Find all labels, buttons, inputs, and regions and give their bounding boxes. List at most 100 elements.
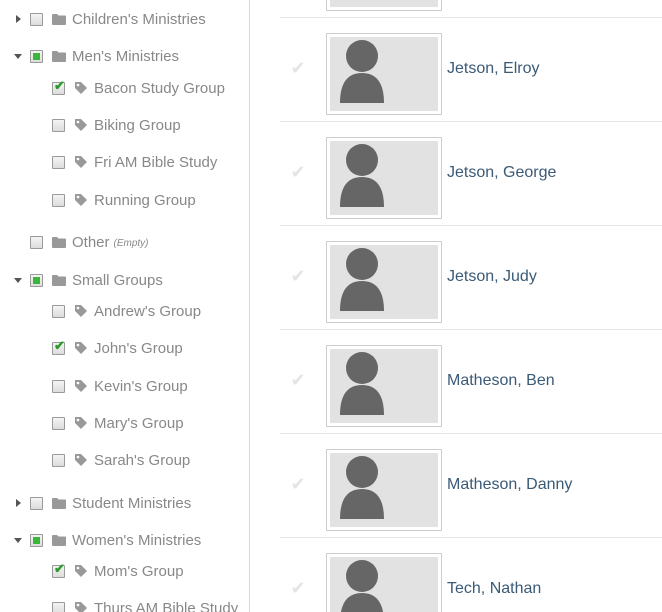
tree-node[interactable]: Mary's Group [52,412,184,434]
person-photo[interactable] [326,0,442,11]
person-photo[interactable] [326,449,442,531]
person-photo[interactable] [326,345,442,427]
folder-icon [52,533,66,547]
tree-checkbox[interactable] [30,496,43,510]
tree-checkbox[interactable] [52,601,65,612]
tree-node-label: Children's Ministries [72,10,206,28]
tree-checkbox[interactable] [52,193,65,207]
tree-node[interactable]: Children's Ministries [13,8,206,30]
folder-icon [52,496,66,510]
person-row[interactable]: ✔ Tech, Nathan [280,537,662,612]
tree-node-label: Running Group [94,191,196,209]
tree-checkbox[interactable] [52,453,65,467]
tree-checkbox[interactable] [52,379,65,393]
tree-checkbox[interactable] [30,49,43,63]
tag-icon [74,81,88,95]
tree-node[interactable]: Small Groups [13,269,163,291]
row-select-checkbox[interactable]: ✔ [290,475,306,493]
person-row[interactable]: ✔ Matheson, Ben [280,329,662,434]
tree-node-label: Mary's Group [94,414,184,432]
tree-node-label: Kevin's Group [94,377,188,395]
tree-node[interactable]: ✔ John's Group [52,337,183,359]
tag-icon [74,601,88,612]
avatar-placeholder-icon [330,0,438,7]
person-name-link[interactable]: Jetson, Judy [447,268,537,286]
tree-checkbox[interactable] [52,155,65,169]
row-select-checkbox[interactable]: ✔ [290,371,306,389]
tree-checkbox[interactable]: ✔ [52,339,65,355]
tag-icon [74,341,88,355]
tree-node[interactable]: Sarah's Group [52,449,190,471]
tree-node[interactable]: Kevin's Group [52,375,188,397]
tag-icon [74,564,88,578]
tree-checkbox[interactable]: ✔ [52,562,65,578]
person-row[interactable]: ✔ Jetson, Judy [280,225,662,330]
tree-node-label: Student Ministries [72,494,192,512]
tree-node-label: Fri AM Bible Study [94,153,218,171]
tag-icon [74,379,88,393]
row-select-checkbox[interactable]: ✔ [290,267,306,285]
person-name-link[interactable]: Jetson, Elroy [447,60,539,78]
tree-node[interactable]: Running Group [52,189,196,211]
tree-node[interactable]: Women's Ministries [13,529,201,551]
person-photo[interactable] [326,553,442,612]
tree-checkbox[interactable] [52,118,65,132]
tag-icon [74,453,88,467]
tree-node[interactable]: Biking Group [52,114,181,136]
avatar-placeholder-icon [330,349,438,423]
tag-icon [74,193,88,207]
person-name-link[interactable]: Matheson, Danny [447,476,572,494]
person-row[interactable]: ✔ Matheson, Danny [280,433,662,538]
tree-node-label: Small Groups [72,271,163,289]
person-name-link[interactable]: Matheson, Ben [447,372,555,390]
tree-node[interactable]: Student Ministries [13,492,191,514]
folder-icon [52,273,66,287]
tree-node-label: Sarah's Group [94,451,191,469]
tree-node-label: Thurs AM Bible Study [94,599,239,612]
tree-node-label: Biking Group [94,116,181,134]
tree-node[interactable]: Other (Empty) [13,231,149,253]
people-list: ✔ ✔ Jetson, Elroy ✔ Jetson, George ✔ Jetson, J… [250,0,662,612]
tree-checkbox[interactable]: ✔ [52,79,65,95]
tree-node[interactable]: ✔ Bacon Study Group [52,77,225,99]
expand-toggle-icon[interactable] [13,14,23,24]
tree-node[interactable]: Thurs AM Bible Study [52,597,238,612]
row-select-checkbox[interactable]: ✔ [290,579,306,597]
collapse-toggle-icon[interactable] [13,535,23,545]
tag-icon [74,118,88,132]
expand-toggle-icon[interactable] [13,498,23,508]
person-photo[interactable] [326,33,442,115]
person-row[interactable]: ✔ Jetson, Elroy [280,17,662,122]
tree-node[interactable]: Men's Ministries [13,45,179,67]
tree-node[interactable]: Fri AM Bible Study [52,151,217,173]
tree-checkbox[interactable] [52,304,65,318]
tag-icon [74,155,88,169]
collapse-toggle-icon[interactable] [13,275,23,285]
tree-node[interactable]: Andrew's Group [52,300,201,322]
tree-node-label: Andrew's Group [94,302,202,320]
person-row[interactable]: ✔ Jetson, George [280,121,662,226]
person-name-link[interactable]: Jetson, George [447,164,556,182]
tree-checkbox[interactable] [30,12,43,26]
collapse-toggle-icon[interactable] [13,51,23,61]
tree-checkbox[interactable] [30,235,43,249]
avatar-placeholder-icon [330,453,438,527]
tree-checkbox[interactable] [30,273,43,287]
person-row[interactable]: ✔ [280,0,662,18]
tag-icon [74,416,88,430]
tree-node-label: Bacon Study Group [94,79,225,97]
row-select-checkbox[interactable]: ✔ [290,59,306,77]
person-photo[interactable] [326,241,442,323]
tree-checkbox[interactable] [52,416,65,430]
avatar-placeholder-icon [330,557,438,612]
toggle-spacer [13,237,23,247]
avatar-placeholder-icon [330,245,438,319]
tree-checkbox[interactable] [30,533,43,547]
person-photo[interactable] [326,137,442,219]
tree-node-label: Mom's Group [94,562,184,580]
row-select-checkbox[interactable]: ✔ [290,163,306,181]
empty-note: (Empty) [113,237,149,249]
person-name-link[interactable]: Tech, Nathan [447,580,541,598]
tree-node-label: Men's Ministries [72,47,180,65]
tree-node[interactable]: ✔ Mom's Group [52,560,184,582]
